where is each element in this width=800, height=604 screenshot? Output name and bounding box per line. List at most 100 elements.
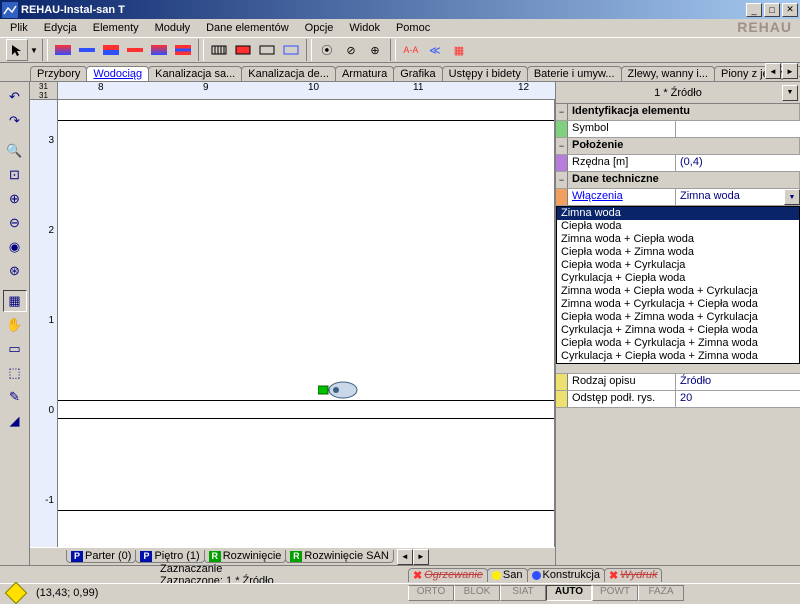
mode-blok[interactable]: BLOK [454,585,500,601]
pipe-tool-1[interactable] [52,39,74,61]
zoom-in-icon[interactable]: 🔍 [3,140,27,162]
tab-przybory[interactable]: Przybory [30,66,87,81]
menu-elementdata[interactable]: Dane elementów [200,20,295,36]
tab-baterie[interactable]: Baterie i umyw... [527,66,622,81]
menu-help[interactable]: Pomoc [390,20,436,36]
pointer-tool[interactable] [6,39,28,61]
section-tech: Dane techniczne [568,172,800,188]
mode-faza[interactable]: FAZA [638,585,684,601]
dropdown-option[interactable]: Zimna woda + Ciepła woda + Cyrkulacja [557,285,799,298]
select-rect-icon[interactable]: ▭ [3,338,27,360]
prop-rodzaj-value[interactable]: Źródło [676,374,800,390]
source-symbol[interactable] [318,380,358,403]
menu-view[interactable]: Widok [343,20,386,36]
draw-icon[interactable]: ✎ [3,386,27,408]
hatch-tool[interactable]: ≪ [424,39,446,61]
chevron-down-icon[interactable]: ▼ [784,189,800,205]
dropdown-option[interactable]: Cyrkulacja + Ciepła woda [557,272,799,285]
radiator-tool-4[interactable] [280,39,302,61]
redo-icon[interactable]: ↷ [3,110,27,132]
mode-auto[interactable]: AUTO [546,585,592,601]
tab-wodociag[interactable]: Wodociąg [86,66,149,81]
zoom-window-icon[interactable]: ⊡ [3,164,27,186]
prop-odstep-label: Odstęp podł. rys. [568,391,676,407]
zoom-extents-icon[interactable]: ⊛ [3,260,27,282]
menu-elements[interactable]: Elementy [87,20,145,36]
zoom-minus-icon[interactable]: ⊖ [3,212,27,234]
tab-ustepy[interactable]: Ustępy i bidety [442,66,528,81]
mode-siat[interactable]: SIAT [500,585,546,601]
layer-tab[interactable]: ✖Wydruk [604,568,663,582]
pipe-tool-5[interactable] [148,39,170,61]
minimize-button[interactable]: _ [746,3,762,17]
tab-kanalizacja-de[interactable]: Kanalizacja de... [241,66,336,81]
close-button[interactable]: ✕ [782,3,798,17]
dropdown-option[interactable]: Zimna woda + Ciepła woda [557,233,799,246]
radiator-tool-2[interactable] [232,39,254,61]
tab-scroll-left[interactable]: ◄ [765,63,781,79]
sheet-parter[interactable]: PParter (0) [66,550,136,563]
prop-rzedna-value[interactable]: (0,4) [676,155,800,171]
drawing-canvas[interactable] [58,100,555,547]
property-dropdown-icon[interactable]: ▼ [782,85,798,101]
prop-wlaczenia-label[interactable]: Włączenia [568,189,676,205]
menu-edit[interactable]: Edycja [38,20,83,36]
maximize-button[interactable]: □ [764,3,780,17]
pipe-tool-3[interactable] [100,39,122,61]
pan-icon[interactable]: ✋ [3,314,27,336]
tab-kanalizacja-sa[interactable]: Kanalizacja sa... [148,66,242,81]
prop-symbol-value[interactable] [676,121,800,137]
section-pos: Położenie [568,138,800,154]
symbol-tool-1[interactable]: ⦿ [316,39,338,61]
prop-symbol-label: Symbol [568,121,676,137]
tab-armatura[interactable]: Armatura [335,66,394,81]
sheet-rozwiniecie[interactable]: RRozwinięcie [204,550,287,563]
radiator-tool-3[interactable] [256,39,278,61]
pipe-tool-2[interactable] [76,39,98,61]
layer-tab[interactable]: ✖Ogrzewanie [408,568,488,582]
dropdown-option[interactable]: Cyrkulacja + Zimna woda + Ciepła woda [557,324,799,337]
mode-orto[interactable]: ORTO [408,585,454,601]
prop-odstep-value[interactable]: 20 [676,391,800,407]
pipe-tool-6[interactable] [172,39,194,61]
undo-icon[interactable]: ↶ [3,86,27,108]
property-header[interactable]: 1 * Źródło ▼ [556,82,800,104]
dropdown-option[interactable]: Ciepła woda [557,220,799,233]
prop-wlaczenia-value[interactable]: Zimna woda▼ [676,189,800,205]
sheet-rozwiniecie-san[interactable]: RRozwinięcie SAN [285,550,393,563]
dropdown-option[interactable]: Ciepła woda + Cyrkulacja + Zimna woda [557,337,799,350]
zoom-plus-icon[interactable]: ⊕ [3,188,27,210]
symbol-tool-3[interactable]: ⊕ [364,39,386,61]
pipe-tool-4[interactable] [124,39,146,61]
select-poly-icon[interactable]: ⬚ [3,362,27,384]
eraser-icon[interactable]: ◢ [3,410,27,432]
brand-logo: REHAU [737,19,792,35]
section-tool[interactable]: A-A [400,39,422,61]
dropdown-option[interactable]: Zimna woda + Cyrkulacja + Ciepła woda [557,298,799,311]
wlaczenia-dropdown[interactable]: Zimna wodaCiepła wodaZimna woda + Ciepła… [556,206,800,364]
symbol-tool-2[interactable]: ⊘ [340,39,362,61]
dropdown-option[interactable]: Ciepła woda + Zimna woda [557,246,799,259]
sheet-scroll-right[interactable]: ► [413,549,429,565]
grid-icon[interactable]: ▦ [3,290,27,312]
menu-options[interactable]: Opcje [299,20,340,36]
dropdown-option[interactable]: Ciepła woda + Zimna woda + Cyrkulacja [557,311,799,324]
sheet-pietro[interactable]: PPiętro (1) [135,550,204,563]
mode-powt[interactable]: POWT [592,585,638,601]
tab-zlewy[interactable]: Zlewy, wanny i... [621,66,716,81]
zoom-fit-icon[interactable]: ◉ [3,236,27,258]
dropdown-option[interactable]: Zimna woda [557,207,799,220]
tab-grafika[interactable]: Grafika [393,66,442,81]
radiator-tool-1[interactable] [208,39,230,61]
menu-modules[interactable]: Moduły [149,20,196,36]
layer-tab[interactable]: San [487,568,528,582]
dropdown-option[interactable]: Cyrkulacja + Ciepła woda + Zimna woda [557,350,799,363]
menu-file[interactable]: Plik [4,20,34,36]
grid-tool[interactable]: ▦ [448,39,470,61]
tab-scroll-right[interactable]: ► [782,63,798,79]
menu-bar: Plik Edycja Elementy Moduły Dane element… [0,19,800,37]
dropdown-option[interactable]: Ciepła woda + Cyrkulacja [557,259,799,272]
sheet-scroll-left[interactable]: ◄ [397,549,413,565]
layer-tab[interactable]: Konstrukcja [527,568,605,582]
sheet-tabs: PParter (0) PPiętro (1) RRozwinięcie RRo… [30,547,555,565]
